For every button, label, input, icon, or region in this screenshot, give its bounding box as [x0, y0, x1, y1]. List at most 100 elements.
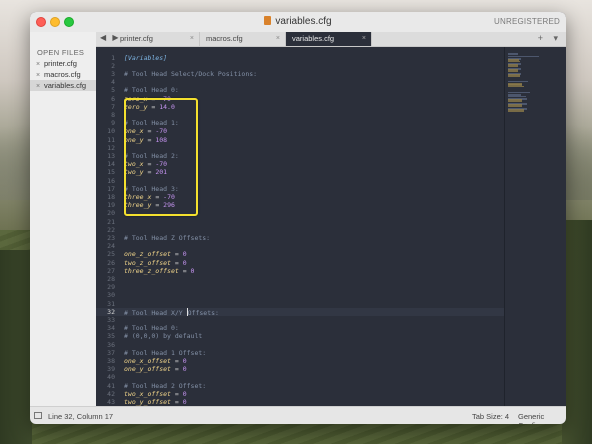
- tab-close-icon[interactable]: ×: [276, 32, 280, 46]
- minimap-line: [508, 100, 523, 103]
- line-number: 9: [111, 119, 115, 128]
- sidebar-file-macros[interactable]: × macros.cfg: [30, 69, 96, 80]
- line-number: 37: [107, 348, 115, 357]
- syntax-selector[interactable]: Generic Config: [518, 412, 566, 424]
- tab-close-icon[interactable]: ×: [362, 32, 366, 46]
- line-number: 24: [107, 242, 115, 251]
- code-line: two_x_offset = 0: [124, 390, 187, 398]
- line-number: 21: [107, 217, 115, 226]
- code-line: # Tool Head X/Y Offsets:: [124, 307, 219, 317]
- sidebar-file-label: macros.cfg: [44, 70, 81, 79]
- line-number: 11: [107, 135, 115, 144]
- code-line: one_z_offset = 0: [124, 250, 187, 258]
- tab-macros[interactable]: macros.cfg ×: [200, 32, 286, 46]
- line-number: 14: [107, 160, 115, 169]
- line-number: 16: [107, 176, 115, 185]
- line-number: 30: [107, 291, 115, 300]
- code-token: # Tool Head X/Y: [124, 308, 187, 317]
- minimap-line: [508, 105, 523, 108]
- code-token: three_z_offset: [124, 266, 179, 275]
- code-line: one_x_offset = 0: [124, 357, 187, 365]
- code-line: # Tool Head 1 Offset:: [124, 349, 206, 357]
- line-number: 27: [107, 266, 115, 275]
- line-number: 19: [107, 201, 115, 210]
- close-file-icon[interactable]: ×: [36, 81, 44, 92]
- editor-window: variables.cfg UNREGISTERED OPEN FILES × p…: [30, 12, 566, 424]
- tab-size-selector[interactable]: Tab Size: 4: [472, 412, 509, 421]
- scrollbar-divider: [504, 47, 505, 406]
- code-token: =: [170, 389, 183, 398]
- open-files-heading: OPEN FILES: [37, 48, 85, 57]
- code-line: three_z_offset = 0: [124, 267, 194, 275]
- code-token: 0: [182, 250, 187, 259]
- sidebar-file-variables[interactable]: × variables.cfg: [30, 80, 96, 91]
- line-number: 2: [111, 61, 115, 70]
- code-line: # Tool Head Z Offsets:: [124, 234, 210, 242]
- panel-toggle-icon[interactable]: [34, 412, 42, 419]
- background-trees-left: [0, 250, 32, 444]
- code-token: 0: [182, 397, 187, 406]
- new-tab-and-menu-icon[interactable]: + ▾: [538, 33, 562, 44]
- minimap-line: [508, 91, 530, 94]
- tab-printer[interactable]: printer.cfg ×: [114, 32, 200, 46]
- code-line: two_z_offset = 0: [124, 259, 187, 267]
- minimap-line: [508, 53, 518, 55]
- line-number: 38: [107, 356, 115, 365]
- code-line: two_y_offset = 0: [124, 398, 187, 406]
- code-token: 0: [182, 365, 187, 374]
- sidebar-file-label: printer.cfg: [44, 59, 77, 68]
- code-token: # Tool Head 2 Offset:: [124, 381, 207, 390]
- line-number: 35: [107, 332, 115, 341]
- code-token: =: [170, 397, 183, 406]
- code-token: =: [170, 258, 183, 267]
- window-title: variables.cfg: [30, 16, 566, 27]
- code-token: 0: [182, 389, 187, 398]
- line-number: 36: [107, 340, 115, 349]
- minimap-line: [508, 75, 520, 78]
- tab-label: variables.cfg: [292, 34, 335, 43]
- line-number: 26: [107, 258, 115, 267]
- tab-variables[interactable]: variables.cfg ×: [286, 32, 372, 46]
- sidebar-file-label: variables.cfg: [44, 81, 87, 90]
- minimap-line: [508, 60, 520, 63]
- code-line: # Tool Head 0:: [124, 324, 179, 332]
- tab-bar: ◀ ▶ printer.cfg × macros.cfg × variables.c…: [96, 32, 566, 47]
- line-number: 10: [107, 127, 115, 136]
- code-token: # Tool Head 1 Offset:: [124, 348, 207, 357]
- code-token: two_x_offset: [124, 389, 171, 398]
- line-number: 1: [111, 53, 115, 62]
- line-number: 20: [107, 209, 115, 218]
- line-number: 5: [111, 86, 115, 95]
- line-number: 31: [107, 299, 115, 308]
- minimap-line: [508, 95, 526, 98]
- code-token: # (0,0,0) by default: [124, 332, 203, 341]
- line-number: 4: [111, 78, 115, 87]
- line-number: 7: [111, 102, 115, 111]
- line-number: 33: [107, 315, 115, 324]
- sidebar-file-printer[interactable]: × printer.cfg: [30, 58, 96, 69]
- line-number: 42: [107, 389, 115, 398]
- minimap-line: [508, 80, 528, 83]
- line-number: 28: [107, 274, 115, 283]
- line-number: 29: [107, 283, 115, 292]
- minimap[interactable]: [508, 53, 542, 113]
- sidebar: OPEN FILES × printer.cfg × macros.cfg × var…: [30, 32, 97, 406]
- minimap-line: [508, 85, 525, 88]
- line-number-gutter: 1 2 3 4 5 6 7 8 9 10 11 12 13 14 15 16 17 18 19 20 21 22 23 24 2…: [96, 47, 118, 425]
- line-number: 17: [107, 184, 115, 193]
- code-token: two_z_offset: [124, 258, 171, 267]
- line-number: 18: [107, 192, 115, 201]
- code-line: # Tool Head Select/Dock Positions:: [124, 70, 257, 78]
- title-bar: variables.cfg UNREGISTERED: [30, 12, 566, 33]
- code-token: # Tool Head 0:: [124, 324, 179, 333]
- code-token: two_y_offset: [124, 397, 171, 406]
- annotation-highlight-box: [124, 98, 198, 216]
- code-token: # Tool Head Select/Dock Positions:: [124, 69, 258, 78]
- tab-close-icon[interactable]: ×: [190, 32, 194, 46]
- line-number: 6: [111, 94, 115, 103]
- code-line: one_y_offset = 0: [124, 365, 187, 373]
- minimap-line: [508, 70, 518, 73]
- line-number: 41: [107, 381, 115, 390]
- line-number: 39: [107, 365, 115, 374]
- code-token: # Tool Head Z Offsets:: [124, 233, 211, 242]
